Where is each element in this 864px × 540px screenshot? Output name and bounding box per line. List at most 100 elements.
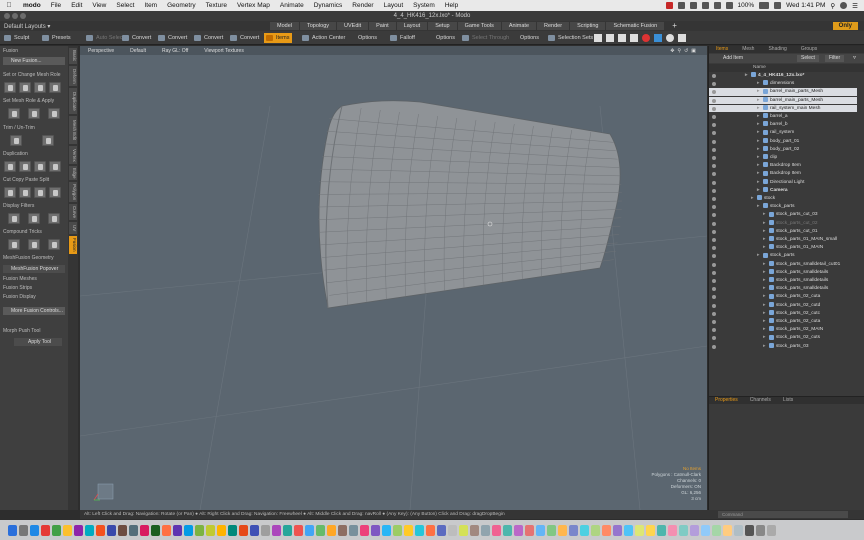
view-type-dropdown[interactable]: Perspective xyxy=(80,48,122,54)
duplicate-icon[interactable] xyxy=(34,161,46,172)
tab-setup[interactable]: Setup xyxy=(428,22,457,30)
dock-app-icon[interactable] xyxy=(107,524,116,536)
dock-app-icon[interactable] xyxy=(338,524,347,536)
dock-app-icon[interactable] xyxy=(415,524,424,536)
visibility-eye-icon[interactable] xyxy=(712,213,716,218)
visibility-eye-icon[interactable] xyxy=(712,180,716,185)
tree-row[interactable]: ▸ stock_parts_cut_03 xyxy=(709,211,857,219)
tree-row[interactable]: ▸ stock_parts_02_cutd xyxy=(709,302,857,310)
dock-app-icon[interactable] xyxy=(503,524,512,536)
dock-app-icon[interactable] xyxy=(448,524,457,536)
item-tree[interactable]: ▸ 4_4_HK416_12x.lxo* ▸ dimensions ▸ barrel_ma… xyxy=(709,72,864,432)
dock-app-icon[interactable] xyxy=(569,524,578,536)
workplane-icon[interactable] xyxy=(630,34,638,42)
expand-arrow-icon[interactable]: ▸ xyxy=(763,261,766,269)
falloff-button[interactable]: Falloff xyxy=(388,33,418,43)
dock-app-icon[interactable] xyxy=(261,524,270,536)
cylinder-mesh[interactable] xyxy=(317,100,623,309)
expand-arrow-icon[interactable]: ▸ xyxy=(757,252,760,260)
expand-arrow-icon[interactable]: ▸ xyxy=(757,203,760,211)
expand-arrow-icon[interactable]: ▸ xyxy=(757,97,760,105)
dock-app-icon[interactable] xyxy=(745,524,754,536)
menu-dynamics[interactable]: Dynamics xyxy=(309,2,348,9)
menu-item[interactable]: Item xyxy=(139,2,162,9)
tree-row[interactable]: ▸ stock_parts_cut_01 xyxy=(709,228,857,236)
convert-edges-button[interactable]: Convert xyxy=(156,33,190,43)
expand-arrow-icon[interactable]: ▸ xyxy=(757,146,760,154)
visibility-eye-icon[interactable] xyxy=(712,295,716,300)
flag-icon[interactable] xyxy=(774,2,782,9)
dock-app-icon[interactable] xyxy=(239,524,248,536)
visibility-eye-icon[interactable] xyxy=(712,90,716,95)
command-input[interactable]: Command xyxy=(718,511,848,518)
tree-row[interactable]: ▸ Backdrop Item xyxy=(709,170,857,178)
dock-app-icon[interactable] xyxy=(668,524,677,536)
visibility-eye-icon[interactable] xyxy=(712,74,716,78)
apply-role-icon[interactable] xyxy=(48,108,60,119)
dock-app-icon[interactable] xyxy=(283,524,292,536)
tree-row[interactable]: ▸ stock_parts_smalldetail_cut01 xyxy=(709,261,857,269)
add-tab-button[interactable]: + xyxy=(665,22,684,30)
visibility-eye-icon[interactable] xyxy=(712,172,716,177)
duplicate-icon[interactable] xyxy=(49,161,61,172)
expand-arrow-icon[interactable]: ▸ xyxy=(763,244,766,252)
presets-button[interactable]: Presets xyxy=(40,33,74,43)
visibility-eye-icon[interactable] xyxy=(712,164,716,169)
dock-app-icon[interactable] xyxy=(250,524,259,536)
visibility-eye-icon[interactable] xyxy=(712,205,716,210)
search-icon[interactable]: ⚲ xyxy=(830,2,835,10)
dock-app-icon[interactable] xyxy=(514,524,523,536)
visibility-eye-icon[interactable] xyxy=(712,229,716,234)
dock-app-icon[interactable] xyxy=(690,524,699,536)
duplicate-icon[interactable] xyxy=(19,161,31,172)
clock[interactable]: Wed 1:41 PM xyxy=(786,2,825,9)
record-icon[interactable] xyxy=(642,34,650,42)
tree-row[interactable]: ▸ barrel_b xyxy=(709,121,857,129)
expand-arrow-icon[interactable]: ▸ xyxy=(763,285,766,293)
split-icon[interactable] xyxy=(49,187,61,198)
vtab-fusion[interactable]: Fusion xyxy=(69,236,77,254)
menu-geometry[interactable]: Geometry xyxy=(162,2,201,9)
tree-row[interactable]: ▸ stock_parts xyxy=(709,203,857,211)
trim-icon[interactable] xyxy=(10,135,22,146)
expand-arrow-icon[interactable]: ▸ xyxy=(757,179,760,187)
tree-row[interactable]: ▸ stock_parts_smalldetails xyxy=(709,285,857,293)
tree-row[interactable]: ▸ rail_system xyxy=(709,129,857,137)
3d-viewport[interactable]: Perspective Default Ray GL: Off Viewport… xyxy=(80,46,707,510)
compound-icon[interactable] xyxy=(8,239,20,250)
copy-icon[interactable] xyxy=(19,187,31,198)
compound-icon[interactable] xyxy=(28,239,40,250)
menu-animate[interactable]: Animate xyxy=(275,2,309,9)
convert-polygons-button[interactable]: Convert xyxy=(192,33,226,43)
unity-icon[interactable] xyxy=(678,34,686,42)
dock-app-icon[interactable] xyxy=(767,524,776,536)
menu-view[interactable]: View xyxy=(87,2,111,9)
grid-icon[interactable] xyxy=(594,34,602,42)
tab-layout[interactable]: Layout xyxy=(396,22,428,30)
dock-app-icon[interactable] xyxy=(63,524,72,536)
shading-dropdown[interactable]: Default xyxy=(122,48,154,54)
dock-app-icon[interactable] xyxy=(272,524,281,536)
dock-app-icon[interactable] xyxy=(140,524,149,536)
viewport-canvas[interactable] xyxy=(80,46,707,510)
convert-materials-button[interactable]: Convert xyxy=(228,33,262,43)
zoom-window-button[interactable] xyxy=(20,13,26,19)
dock-app-icon[interactable] xyxy=(426,524,435,536)
menu-texture[interactable]: Texture xyxy=(201,2,232,9)
only-toggle[interactable]: Only xyxy=(832,22,858,30)
fusion-header[interactable]: Fusion xyxy=(3,48,18,55)
dock-app-icon[interactable] xyxy=(624,524,633,536)
expand-arrow-icon[interactable]: ▸ xyxy=(745,72,748,80)
dock-app-icon[interactable] xyxy=(404,524,413,536)
tree-row[interactable]: ▸ rail_system_main Mesh xyxy=(709,104,857,113)
expand-arrow-icon[interactable]: ▸ xyxy=(757,88,760,96)
duplicate-icon[interactable] xyxy=(4,161,16,172)
sculpt-button[interactable]: Sculpt xyxy=(2,33,32,43)
dock-app-icon[interactable] xyxy=(591,524,600,536)
dock-app-icon[interactable] xyxy=(470,524,479,536)
tab-groups[interactable]: Groups xyxy=(794,46,824,53)
visibility-eye-icon[interactable] xyxy=(712,279,716,283)
menu-vertex-map[interactable]: Vertex Map xyxy=(232,2,275,9)
symmetry-icon[interactable] xyxy=(606,34,614,42)
tree-row[interactable]: ▸ stock_parts_02_MAIN xyxy=(709,326,857,334)
